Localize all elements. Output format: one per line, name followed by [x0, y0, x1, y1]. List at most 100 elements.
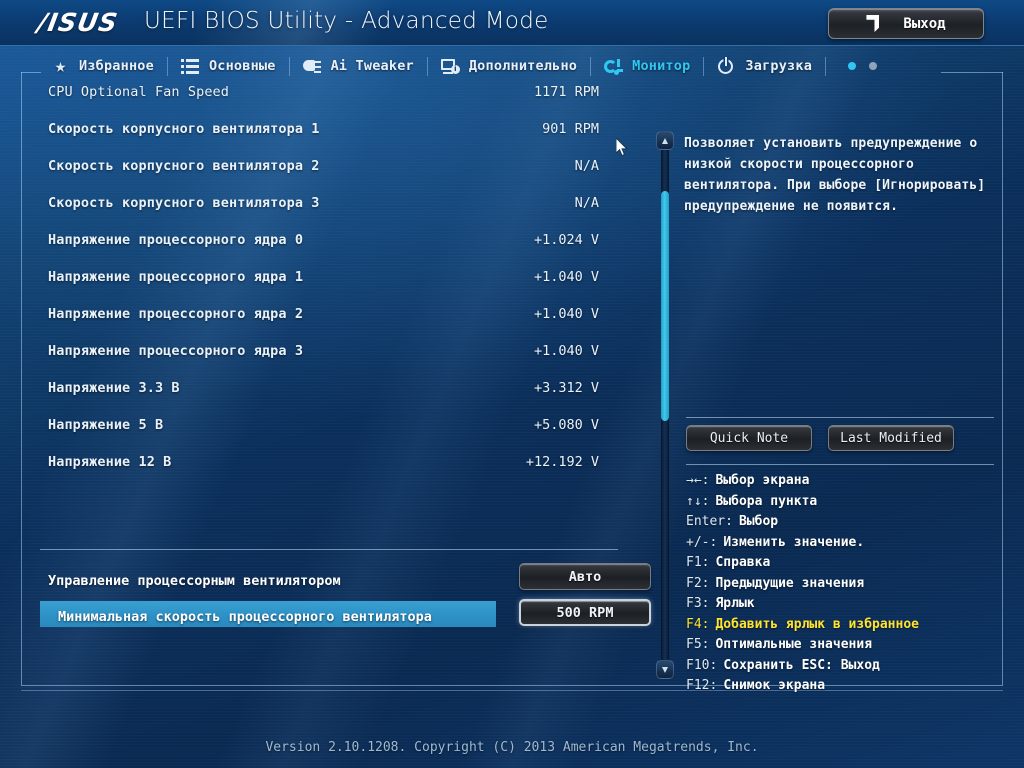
- row-label: Напряжение 3.3 В: [48, 379, 180, 396]
- row-label: Напряжение процессорного ядра 1: [48, 268, 304, 285]
- shortcut-desc: Выбора пункта: [715, 493, 818, 509]
- fan-control-group: Управление процессорным вентилятором Авт…: [22, 563, 651, 635]
- row-value: +1.040 V: [533, 305, 599, 322]
- page-indicator-dots[interactable]: [826, 62, 878, 70]
- asus-logo: /ISUS: [35, 7, 121, 37]
- shortcut-key: +/-:: [686, 534, 718, 550]
- table-row[interactable]: Напряжение процессорного ядра 2 +1.040 V: [22, 295, 647, 332]
- row-value: N/A: [574, 157, 599, 174]
- shortcut-key: F5:: [686, 637, 710, 652]
- shortcut-item: F10: Сохранить ESC: Выход: [686, 658, 1002, 679]
- cpu-fan-min-speed-value: 500 RPM: [556, 604, 614, 621]
- shortcut-item: F12: Снимок экрана: [686, 678, 1002, 699]
- section-divider: [40, 549, 618, 550]
- table-row[interactable]: Напряжение 5 В +5.080 V: [22, 406, 647, 443]
- row-value: N/A: [574, 194, 599, 211]
- shortcut-key: Enter:: [686, 514, 733, 529]
- shortcut-item: +/-: Изменить значение.: [686, 535, 1002, 556]
- tab-favorites-label: Избранное: [79, 58, 154, 74]
- exit-button[interactable]: Выход: [828, 8, 984, 39]
- scroll-up-arrow-icon[interactable]: [656, 131, 674, 150]
- content-scrollbar[interactable]: [656, 131, 674, 679]
- scroll-down-arrow-icon[interactable]: [656, 660, 674, 679]
- table-row[interactable]: Скорость корпусного вентилятора 2 N/A: [22, 147, 647, 184]
- cpu-fan-control-value: Авто: [568, 568, 602, 585]
- shortcut-item: F1: Справка: [686, 555, 1002, 576]
- title-bar: /ISUS UEFI BIOS Utility - Advanced Mode …: [0, 0, 1024, 46]
- row-label: Напряжение 5 В: [48, 416, 164, 433]
- shortcut-desc: Изменить значение.: [723, 534, 865, 550]
- shortcut-desc: Выбор экрана: [715, 473, 810, 488]
- shortcut-item: F2: Предыдущие значения: [686, 576, 1002, 597]
- tab-main-label: Основные: [208, 58, 276, 74]
- tab-monitor-label: Монитор: [632, 58, 691, 74]
- scrollbar-thumb[interactable]: [661, 191, 669, 421]
- shortcut-desc: Сохранить ESC: Выход: [723, 657, 880, 673]
- row-value: +1.040 V: [533, 342, 599, 359]
- shortcut-desc: Выбор: [738, 514, 779, 529]
- help-divider: [686, 417, 994, 418]
- keyboard-shortcuts-list: →←: Выбор экрана ↑↓: Выбора пункта Enter…: [686, 473, 1002, 699]
- help-panel: Позволяет установить предупреждение о ни…: [682, 73, 1002, 693]
- table-row[interactable]: Напряжение процессорного ядра 1 +1.040 V: [22, 258, 647, 295]
- row-value: 1171 RPM: [533, 83, 599, 100]
- shortcut-key: →←:: [686, 473, 710, 488]
- table-row[interactable]: Скорость корпусного вентилятора 3 N/A: [22, 184, 647, 221]
- table-row[interactable]: Напряжение 3.3 В +3.312 V: [22, 369, 647, 406]
- shortcut-desc: Справка: [715, 555, 771, 570]
- shortcut-key: F1:: [686, 555, 710, 570]
- setting-label: Минимальная скорость процессорного венти…: [58, 609, 432, 625]
- cpu-fan-control-value-button[interactable]: Авто: [519, 563, 651, 590]
- row-label: Напряжение процессорного ядра 2: [48, 305, 304, 322]
- door-exit-icon: [866, 15, 880, 32]
- row-label: Напряжение процессорного ядра 0: [48, 231, 304, 248]
- shortcut-desc: Ярлык: [715, 596, 755, 611]
- row-value: 901 RPM: [542, 120, 599, 137]
- cpu-fan-min-speed-value-button[interactable]: 500 RPM: [519, 599, 651, 626]
- setting-row-cpu-fan-min-speed[interactable]: Минимальная скорость процессорного венти…: [22, 599, 651, 635]
- shortcut-item-highlighted: F4: Добавить ярлык в избранное: [686, 617, 1002, 638]
- shortcut-key: F2:: [686, 575, 710, 591]
- page-dot-active[interactable]: [848, 62, 857, 70]
- shortcut-key: F4:: [686, 616, 710, 632]
- shortcut-desc: Добавить ярлык в избранное: [715, 616, 919, 632]
- monitor-settings-list: CPU Optional Fan Speed 1171 RPM Скорость…: [22, 73, 651, 685]
- help-divider-2: [686, 464, 994, 465]
- shortcut-desc: Предыдущие значения: [715, 575, 865, 591]
- last-modified-button[interactable]: Last Modified: [828, 425, 954, 451]
- quick-note-button[interactable]: Quick Note: [686, 425, 812, 451]
- setting-label: Управление процессорным вентилятором: [48, 573, 341, 589]
- help-description: Позволяет установить предупреждение о ни…: [684, 136, 994, 214]
- table-row[interactable]: Напряжение процессорного ядра 3 +1.040 V: [22, 332, 647, 369]
- quick-note-label: Quick Note: [709, 430, 789, 446]
- tab-advanced-label: Дополнительно: [468, 58, 578, 74]
- row-label: Напряжение процессорного ядра 3: [48, 342, 304, 359]
- shortcut-desc: Снимок экрана: [723, 678, 826, 693]
- shortcut-item: ↑↓: Выбора пункта: [686, 494, 1002, 515]
- last-modified-label: Last Modified: [840, 430, 942, 446]
- row-value: +1.024 V: [533, 231, 599, 248]
- row-value: +5.080 V: [533, 416, 599, 433]
- table-row[interactable]: Напряжение 12 В +12.192 V: [22, 443, 647, 480]
- help-buttons: Quick Note Last Modified: [686, 425, 998, 451]
- table-row[interactable]: CPU Optional Fan Speed 1171 RPM: [22, 73, 647, 110]
- footer-version: Version 2.10.1208. Copyright (C) 2013 Am…: [265, 740, 759, 755]
- shortcut-item: →←: Выбор экрана: [686, 473, 1002, 494]
- shortcut-desc: Оптимальные значения: [715, 637, 873, 652]
- tab-boot-label: Загрузка: [745, 58, 813, 74]
- table-row[interactable]: Скорость корпусного вентилятора 1 901 RP…: [22, 110, 647, 147]
- table-row[interactable]: Напряжение процессорного ядра 0 +1.024 V: [22, 221, 647, 258]
- bios-screen: /ISUS UEFI BIOS Utility - Advanced Mode …: [0, 0, 1024, 768]
- row-label: Скорость корпусного вентилятора 2: [48, 157, 320, 174]
- row-label: Скорость корпусного вентилятора 3: [48, 194, 320, 211]
- tab-ai-tweaker-label: Ai Tweaker: [330, 58, 414, 74]
- shortcut-key: F3:: [686, 596, 710, 611]
- row-value: +1.040 V: [533, 268, 599, 285]
- page-title: UEFI BIOS Utility - Advanced Mode: [144, 8, 549, 34]
- page-dot-inactive[interactable]: [869, 62, 878, 70]
- exit-button-label: Выход: [903, 15, 946, 32]
- setting-row-cpu-fan-control[interactable]: Управление процессорным вентилятором Авт…: [22, 563, 651, 599]
- row-value: +3.312 V: [533, 379, 599, 396]
- shortcut-item: F3: Ярлык: [686, 596, 1002, 617]
- shortcut-item: Enter: Выбор: [686, 514, 1002, 535]
